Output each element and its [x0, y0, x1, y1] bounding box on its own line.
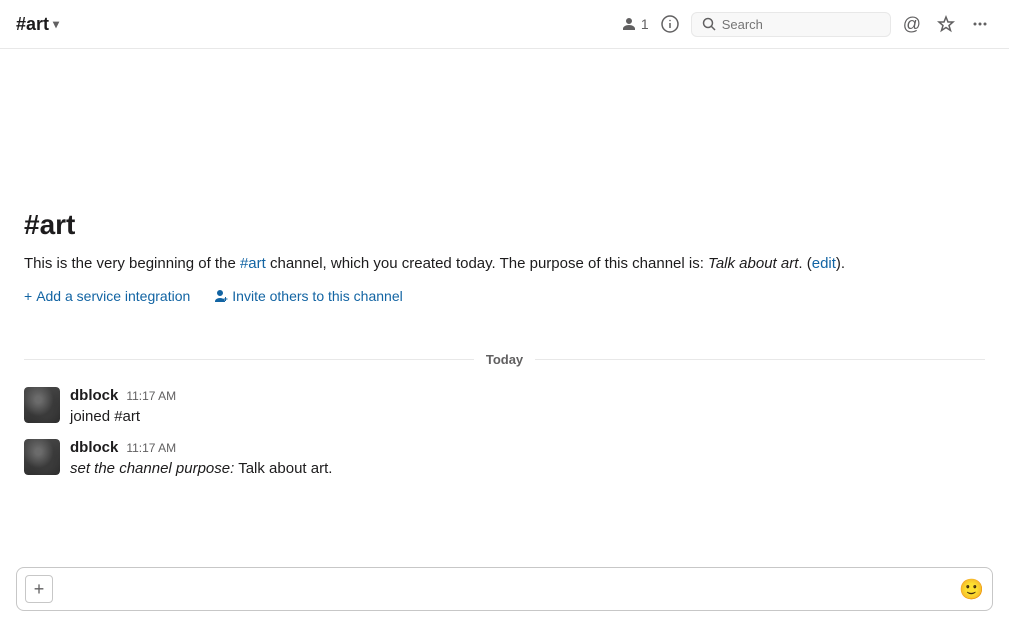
message-body-italic: set the channel purpose:: [70, 460, 234, 477]
header: #art ▾ 1 @: [0, 0, 1009, 49]
add-integration-icon: +: [24, 288, 32, 304]
channel-purpose-italic: Talk about art: [708, 255, 798, 272]
message-content: dblock 11:17 AM joined #art: [70, 387, 985, 427]
intro-text-middle: channel, which you created today. The pu…: [266, 255, 708, 272]
message-content: dblock 11:17 AM set the channel purpose:…: [70, 439, 985, 479]
mention-button[interactable]: @: [899, 10, 925, 39]
invite-others-label: Invite others to this channel: [232, 288, 402, 304]
channel-intro-title: #art: [24, 209, 985, 241]
mention-icon: @: [903, 14, 921, 35]
add-attachment-button[interactable]: +: [25, 575, 53, 603]
table-row: dblock 11:17 AM set the channel purpose:…: [24, 435, 985, 483]
member-count-number: 1: [641, 16, 649, 32]
search-input[interactable]: [722, 17, 862, 32]
more-button[interactable]: [967, 11, 993, 37]
channel-name[interactable]: #art ▾: [16, 14, 59, 35]
message-header: dblock 11:17 AM: [70, 439, 985, 456]
channel-intro-description: This is the very beginning of the #art c…: [24, 253, 985, 276]
message-text-input[interactable]: [59, 581, 953, 598]
channel-link[interactable]: #art: [240, 255, 266, 272]
header-actions: 1 @: [621, 10, 993, 39]
message-body: joined #art: [70, 406, 985, 427]
invite-icon: [214, 289, 228, 303]
member-count[interactable]: 1: [621, 16, 649, 32]
main-content: #art This is the very beginning of the #…: [0, 49, 1009, 559]
search-icon: [702, 17, 716, 31]
intro-text-suffix: .: [798, 255, 802, 272]
star-icon: [937, 15, 955, 33]
table-row: dblock 11:17 AM joined #art: [24, 383, 985, 431]
emoji-icon: 🙂: [959, 577, 984, 602]
avatar-image: [24, 439, 60, 475]
message-time: 11:17 AM: [126, 389, 176, 403]
divider-line-left: [24, 359, 474, 360]
plus-icon: +: [34, 579, 45, 600]
divider-line-right: [535, 359, 985, 360]
edit-purpose-link[interactable]: edit: [812, 255, 836, 272]
chevron-down-icon: ▾: [53, 17, 59, 31]
message-input-box: + 🙂: [16, 567, 993, 611]
add-integration-label: Add a service integration: [36, 288, 190, 304]
invite-others-link[interactable]: Invite others to this channel: [214, 288, 402, 304]
today-divider: Today: [0, 336, 1009, 383]
channel-actions: + Add a service integration Invite other…: [24, 288, 985, 304]
message-time: 11:17 AM: [126, 441, 176, 455]
avatar-image: [24, 387, 60, 423]
star-button[interactable]: [933, 11, 959, 37]
today-label: Today: [486, 352, 523, 367]
add-integration-link[interactable]: + Add a service integration: [24, 288, 190, 304]
message-author: dblock: [70, 439, 118, 456]
message-body: set the channel purpose: Talk about art.: [70, 458, 985, 479]
emoji-button[interactable]: 🙂: [959, 577, 984, 602]
search-bar[interactable]: [691, 12, 891, 37]
message-header: dblock 11:17 AM: [70, 387, 985, 404]
channel-intro: #art This is the very beginning of the #…: [0, 49, 1009, 336]
member-icon: [621, 16, 637, 32]
messages-list: dblock 11:17 AM joined #art dblock 11:17…: [0, 383, 1009, 487]
message-author: dblock: [70, 387, 118, 404]
channel-name-text: #art: [16, 14, 49, 35]
message-input-area: + 🙂: [0, 559, 1009, 623]
more-icon: [971, 15, 989, 33]
info-button[interactable]: [657, 11, 683, 37]
intro-text-prefix: This is the very beginning of the: [24, 255, 240, 272]
avatar: [24, 387, 60, 423]
avatar: [24, 439, 60, 475]
info-icon: [661, 15, 679, 33]
